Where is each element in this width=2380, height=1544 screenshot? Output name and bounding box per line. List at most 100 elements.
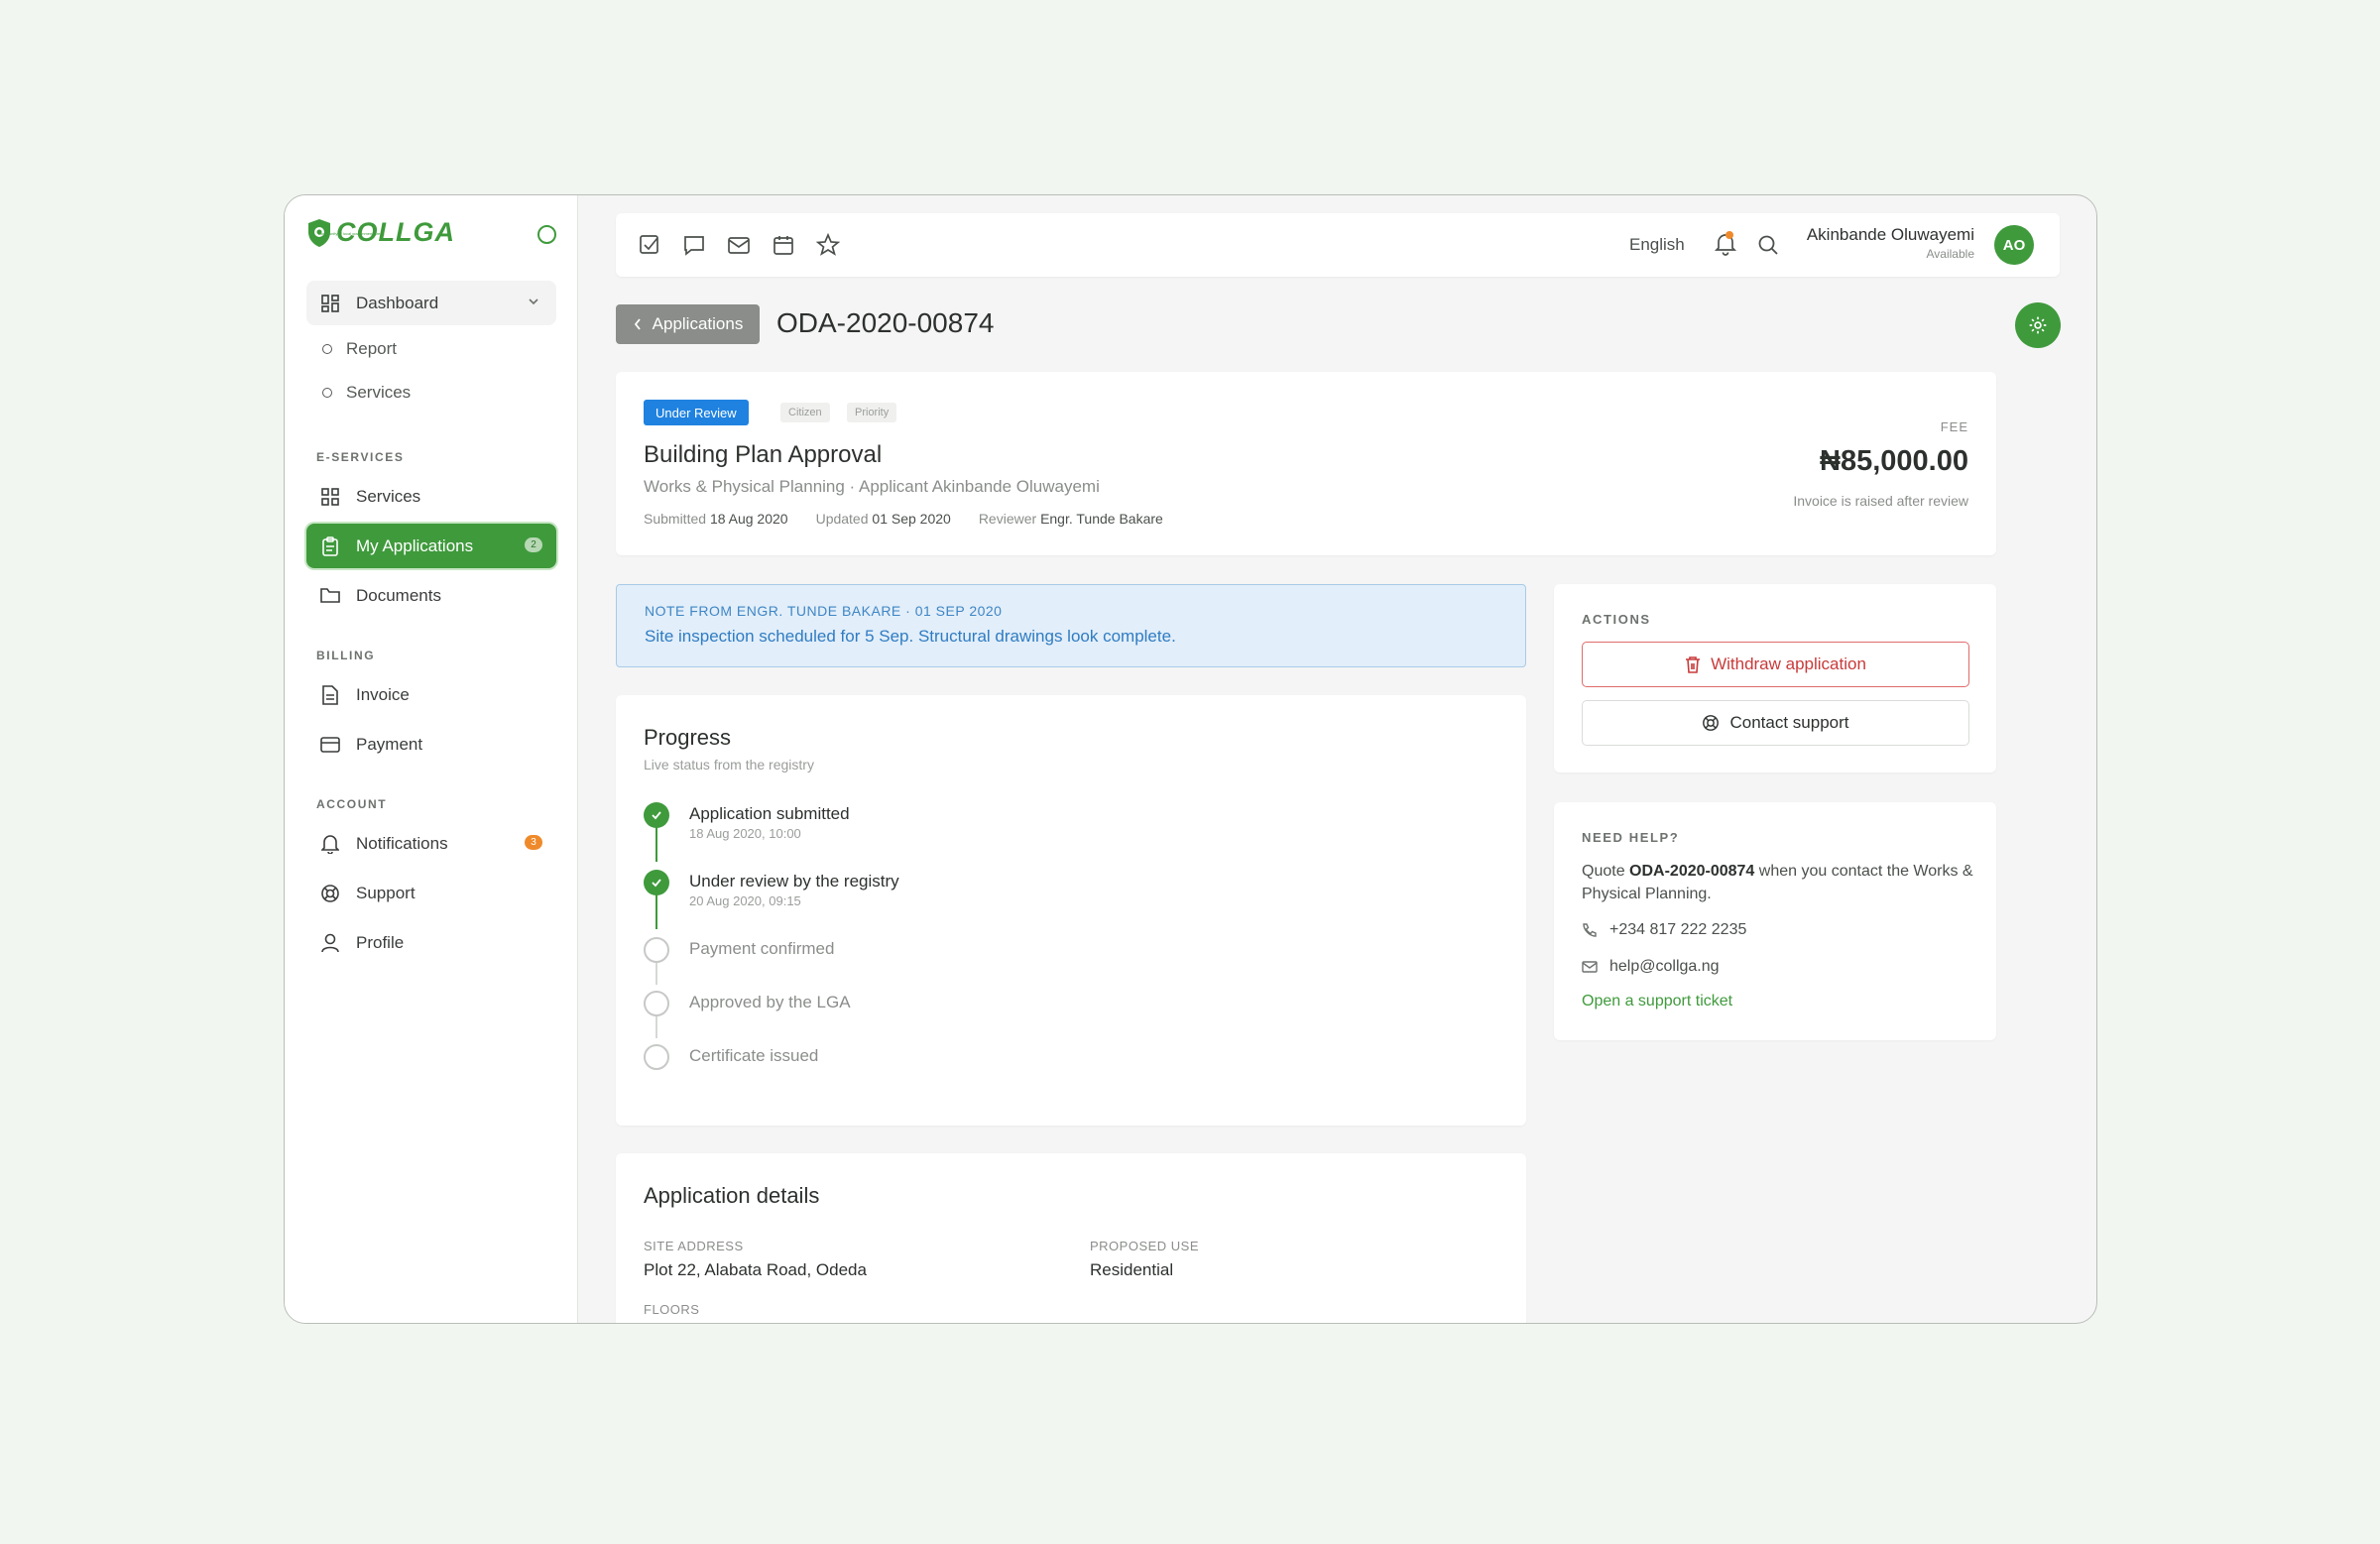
search-icon[interactable] [1756,233,1780,257]
sidebar-item-label: Documents [356,585,441,605]
help-text: Quote ODA-2020-00874 when you contact th… [1582,860,1978,905]
help-text-pre: Quote [1582,863,1630,880]
meta-label: Reviewer [978,511,1037,527]
application-meta: Submitted 18 Aug 2020 Updated 01 Sep 202… [644,511,1163,527]
sidebar-item-profile[interactable]: Profile [306,920,556,965]
sidebar-subitem-report[interactable]: Report [322,339,397,359]
credit-card-icon [320,735,340,755]
folder-icon [320,586,340,606]
user-icon [320,933,340,953]
meta-value: 01 Sep 2020 [872,511,951,527]
section-label-account: ACCOUNT [316,797,388,811]
sidebar-subitem-label: Report [346,339,398,358]
fee-label: FEE [1940,419,1968,434]
sidebar: COLLGA community of local government are… [285,195,578,1323]
check-circle-icon [644,802,669,828]
help-reference: ODA-2020-00874 [1629,863,1755,880]
updated-meta: Updated 01 Sep 2020 [816,511,951,527]
contact-support-button[interactable]: Contact support [1582,700,1969,746]
section-label-eservices: E-SERVICES [316,450,405,464]
status-ring-icon[interactable] [537,225,556,244]
field-label: PROPOSED USE [1090,1239,1200,1253]
empty-circle-icon [644,937,669,963]
sidebar-item-label: Notifications [356,833,448,853]
empty-circle-icon [644,991,669,1016]
sidebar-item-invoice[interactable]: Invoice [306,672,556,717]
help-phone[interactable]: +234 817 222 2235 [1582,921,1746,939]
avatar[interactable]: AO [1994,225,2034,265]
meta-value: Engr. Tunde Bakare [1040,511,1163,527]
trash-icon [1686,656,1701,673]
sidebar-item-label: Support [356,883,416,902]
progress-title: Progress [644,725,732,750]
sidebar-item-label: Dashboard [356,293,439,312]
fee-amount: ₦85,000.00 [1820,445,1968,477]
mail-icon[interactable] [727,233,751,257]
lifebuoy-icon [320,884,340,903]
sidebar-subitem-services[interactable]: Services [322,383,411,403]
reviewer-note-alert: NOTE FROM ENGR. TUNDE BAKARE · 01 SEP 20… [616,584,1526,667]
back-to-applications-button[interactable]: Applications [616,304,760,344]
top-bar: English Akinbande Oluwayemi Available AO [616,213,2060,277]
step-label: Approved by the LGA [689,993,851,1011]
sidebar-item-payment[interactable]: Payment [306,722,556,767]
sidebar-item-dashboard[interactable]: Dashboard [306,281,556,325]
field-label: FLOORS [644,1302,700,1317]
notifications-count-badge: 3 [525,835,542,850]
sidebar-item-notifications[interactable]: Notifications 3 [306,821,556,866]
chevron-down-icon [529,298,538,305]
sidebar-subitem-label: Services [346,383,412,402]
sidebar-item-my-applications[interactable]: My Applications 2 [306,524,556,568]
submitted-meta: Submitted 18 Aug 2020 [644,511,788,527]
lifebuoy-icon [1703,715,1720,731]
step-timestamp: 20 Aug 2020, 09:15 [689,893,801,908]
actions-card: ACTIONS Withdraw application Contact sup… [1554,584,1996,772]
circle-bullet-icon [322,344,332,354]
meta-value: 18 Aug 2020 [709,511,788,527]
details-title: Application details [644,1183,820,1208]
star-icon[interactable] [816,233,840,257]
chevron-left-icon [634,318,641,330]
help-email[interactable]: help@collga.ng [1582,958,1720,976]
step-label: Under review by the registry [689,872,899,891]
meta-label: Submitted [644,511,707,527]
back-button-label: Applications [652,314,744,333]
chat-icon[interactable] [682,233,706,257]
step-timestamp: 18 Aug 2020, 10:00 [689,826,801,841]
grid-icon [320,487,340,507]
field-value: Residential [1090,1260,1174,1279]
app-window: COLLGA community of local government are… [284,194,2097,1324]
sidebar-item-services[interactable]: Services [306,474,556,519]
meta-label: Updated [815,511,869,527]
user-status: Available [1926,247,1974,261]
phone-icon [1583,923,1597,937]
section-label-billing: BILLING [316,649,376,662]
page-title: ODA-2020-00874 [776,307,995,338]
tag-citizen: Citizen [780,403,830,422]
application-summary-card: Under Review Citizen Priority Building P… [616,372,1996,555]
settings-button[interactable] [2015,302,2061,348]
step-label: Certificate issued [689,1046,819,1065]
sidebar-item-support[interactable]: Support [306,871,556,915]
sidebar-item-label: Invoice [356,684,410,704]
calendar-icon[interactable] [772,233,795,257]
application-details-card: Application details SITE ADDRESS Plot 22… [616,1153,1526,1323]
step-label: Payment confirmed [689,939,835,958]
contact-label: Contact support [1729,713,1849,732]
sidebar-item-label: Profile [356,932,405,952]
user-menu[interactable]: Akinbande Oluwayemi Available [1794,225,1974,261]
open-support-ticket-link[interactable]: Open a support ticket [1582,993,1732,1010]
language-selector[interactable]: English [1629,235,1685,255]
help-heading: NEED HELP? [1582,830,1680,845]
sidebar-item-label: Payment [356,734,423,754]
withdraw-application-button[interactable]: Withdraw application [1582,642,1969,687]
applications-count-badge: 2 [525,537,542,552]
fee-note: Invoice is raised after review [1793,493,1968,509]
bell-icon [320,834,340,854]
dashboard-grid-icon [320,294,340,313]
check-circle-icon [644,870,669,895]
sidebar-item-documents[interactable]: Documents [306,573,556,618]
checkbox-icon[interactable] [638,233,661,257]
brand-tagline: community of local government areas [318,231,385,236]
note-heading: NOTE FROM ENGR. TUNDE BAKARE · 01 SEP 20… [645,603,1003,619]
